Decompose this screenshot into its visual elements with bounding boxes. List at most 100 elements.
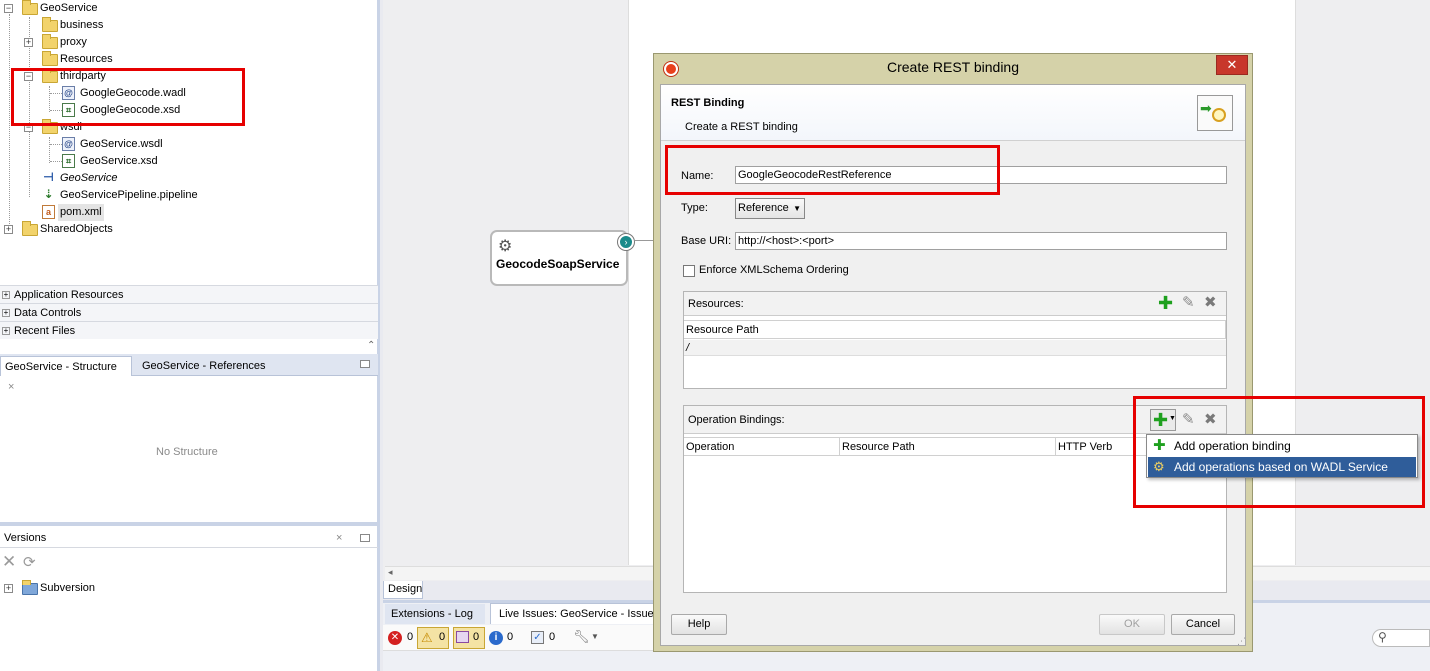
panel-divider[interactable] [0,522,378,526]
wire [635,240,655,241]
resize-grip-icon[interactable]: ⋰ [1237,636,1246,647]
search-input[interactable]: ⚲ [1372,629,1430,647]
expand-icon[interactable]: + [4,584,13,593]
refresh-icon[interactable]: ⟳ [23,553,36,571]
task-icon[interactable]: ✓ [531,631,544,644]
folder-icon [42,51,58,66]
expand-icon[interactable]: + [2,327,10,335]
project-folder-icon [22,0,38,15]
enforce-ordering-checkbox[interactable] [683,265,695,277]
tree-node-label: GeoService.wsdl [80,138,163,150]
accordion-recent-files[interactable]: + Recent Files [0,321,378,339]
tree-node-label: GeoServicePipeline.pipeline [60,189,198,201]
incomplete-count: 0 [473,631,480,643]
dropdown-arrow-icon[interactable]: ▼ [591,632,599,641]
edit-icon[interactable]: ✎ [1182,295,1195,311]
tab-live-issues[interactable]: Live Issues: GeoService - Issue [490,603,654,624]
tab-extensions-log[interactable]: Extensions - Log [385,604,485,624]
structure-tabbar: GeoService - Structure × GeoService - Re… [0,354,378,393]
task-count: 0 [549,631,556,643]
operation-column-header[interactable]: Operation [684,437,840,456]
dialog-heading: REST Binding [671,97,745,109]
wrench-icon[interactable]: 🔧︎ [573,629,590,645]
accordion-label: Data Controls [14,307,82,319]
proxy-service-icon: ⊣ [43,170,54,184]
highlight-add-menu [1133,396,1425,508]
tab-label: GeoService - References [142,360,266,372]
error-count: 0 [407,631,414,643]
table-row[interactable]: / [684,340,1226,356]
tree-guide [50,144,62,145]
empty-structure-text: No Structure [156,446,218,458]
tree-node-label: GeoService [40,2,98,14]
delete-icon[interactable]: ✖ [1204,295,1217,311]
close-button[interactable]: ✕ [1216,55,1248,75]
warning-count: 0 [439,631,446,643]
tab-label: GeoService - Structure [5,361,117,373]
resource-path-column-header[interactable]: Resource Path [684,320,1226,339]
maven-file-icon: a [42,205,55,219]
help-button[interactable]: Help [671,614,727,635]
expand-icon[interactable]: + [24,38,33,47]
ok-button[interactable]: OK [1099,614,1165,635]
expand-icon[interactable]: + [2,291,10,299]
resource-path-cell: / [686,342,690,354]
dialog-subheading: Create a REST binding [685,121,798,133]
tree-node-label: GeoService.xsd [80,155,158,167]
search-icon: ⚲ [1378,630,1387,644]
resource-path-column-header[interactable]: Resource Path [840,437,1056,456]
highlight-name-field [665,145,1000,195]
operation-bindings-label: Operation Bindings: [688,414,785,426]
expand-icon[interactable]: + [4,225,13,234]
create-rest-binding-dialog: Create REST binding ✕ REST Binding Creat… [653,53,1253,652]
highlight-thirdparty [11,68,245,126]
accordion-data-controls[interactable]: + Data Controls [0,303,378,321]
error-icon[interactable]: ✕ [388,631,402,645]
accordion-label: Recent Files [14,325,76,337]
expand-icon[interactable]: + [2,309,10,317]
incomplete-icon [456,631,469,643]
rest-binding-icon: ➡ [1197,95,1233,131]
dialog-title: Create REST binding [886,59,1020,75]
accordion-label: Application Resources [14,289,124,301]
type-select[interactable]: Reference ▼ [735,198,805,219]
tree-node-label: SharedObjects [40,223,113,235]
minimize-icon[interactable] [360,534,370,542]
reference-port-icon[interactable]: › [618,234,634,250]
base-uri-field[interactable]: http://<host>:<port> [735,232,1227,250]
subversion-icon [22,580,38,595]
issues-toolbar: ✕ 0 ⚠ 0 0 i 0 ✓ 0 🔧︎ ▼ [383,625,655,651]
tab-references[interactable]: GeoService - References [138,356,270,376]
info-count: 0 [507,631,514,643]
xsd-file-icon: ⌗ [62,154,75,168]
collapse-panel-icon[interactable]: ⌃ [367,340,375,351]
close-icon[interactable]: × [8,381,14,393]
tree-node-label: GeoService [60,172,118,184]
resources-group: Resources: ✚ ✎ ✖ Resource Path / [683,291,1227,389]
tab-label: Design [388,583,423,595]
info-icon[interactable]: i [489,631,503,645]
resources-header: Resources: ✚ ✎ ✖ [684,292,1226,316]
gear-icon: ⚙ [498,238,513,255]
delete-icon[interactable]: ✕ [2,552,16,572]
tab-structure[interactable]: GeoService - Structure × [0,356,132,393]
minimize-icon[interactable] [360,360,370,368]
cancel-button[interactable]: Cancel [1171,614,1235,635]
tree-node-label: Subversion [40,582,96,594]
base-uri-label: Base URI: [681,235,732,247]
tree-node-label: business [60,19,104,31]
tree-guide [50,161,62,162]
tab-label: Live Issues: GeoService - Issue [499,608,654,620]
scroll-left-icon[interactable]: ◂ [388,567,393,578]
chevron-down-icon: ▼ [793,204,801,213]
dialog-header: REST Binding Create a REST binding ➡ [661,85,1245,141]
geocode-soap-service-node[interactable]: ⚙ GeocodeSoapService › [490,230,634,286]
tree-node-label: proxy [60,36,87,48]
accordion-application-resources[interactable]: + Application Resources [0,285,378,303]
folder-icon [22,221,38,236]
collapse-icon[interactable]: − [4,4,13,13]
close-icon[interactable]: × [336,528,342,548]
tab-design[interactable]: Design [383,581,423,599]
add-resource-icon[interactable]: ✚ [1158,294,1173,312]
enforce-ordering-label: Enforce XMLSchema Ordering [699,264,849,276]
